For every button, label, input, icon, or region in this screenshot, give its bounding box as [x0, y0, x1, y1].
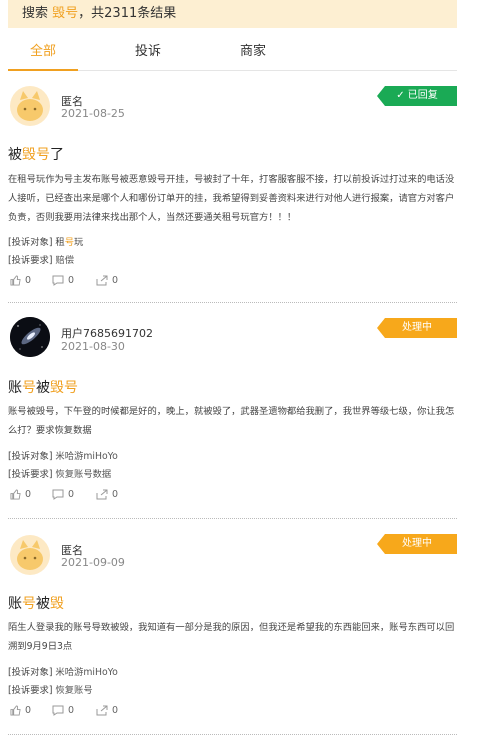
share-icon: [96, 489, 108, 500]
title-keyword: 毁号: [50, 380, 78, 396]
status-badge: ✓ 已回复: [377, 86, 457, 106]
divider: [8, 734, 457, 735]
comment-button[interactable]: 0: [52, 489, 74, 500]
like-button[interactable]: 0: [10, 275, 31, 286]
complaint-card[interactable]: 匿名 2021-09-09 处理中 账号被毁 陌生人登录我的账号导致被毁，我知道…: [8, 527, 457, 732]
post-date: 2021-08-25: [61, 107, 125, 120]
demand-value: 恢复账号: [55, 685, 93, 696]
title-keyword: 号: [22, 380, 36, 396]
tab-all[interactable]: 全部: [30, 40, 56, 59]
title-text: 被: [8, 147, 22, 163]
post-title[interactable]: 账号被毁号: [8, 377, 78, 397]
post-date: 2021-09-09: [61, 556, 125, 569]
status-badge: 处理中: [377, 318, 457, 338]
comment-icon: [52, 705, 64, 716]
share-count: 0: [112, 489, 119, 500]
target-value[interactable]: 租: [55, 237, 64, 248]
like-button[interactable]: 0: [10, 705, 31, 716]
demand-label: [投诉要求]: [8, 685, 53, 696]
like-count: 0: [25, 275, 32, 286]
title-keyword: 毁号: [22, 147, 50, 163]
like-button[interactable]: 0: [10, 489, 31, 500]
like-count: 0: [25, 705, 32, 716]
share-button[interactable]: 0: [96, 705, 118, 716]
comment-count: 0: [68, 275, 75, 286]
target-value[interactable]: 米哈游miHoYo: [55, 451, 117, 462]
share-icon: [96, 275, 108, 286]
title-text: 账: [8, 596, 22, 612]
comment-count: 0: [68, 705, 75, 716]
complaint-card[interactable]: 用户7685691702 2021-08-30 处理中 账号被毁号 账号被毁号，…: [8, 311, 457, 516]
share-icon: [96, 705, 108, 716]
share-button[interactable]: 0: [96, 489, 118, 500]
title-text: 被: [36, 380, 50, 396]
tab-merchants[interactable]: 商家: [240, 40, 266, 59]
search-result-summary: 搜索 毁号，共2311条结果: [8, 0, 457, 28]
demand-label: [投诉要求]: [8, 469, 53, 480]
title-text: 账: [8, 380, 22, 396]
complaint-card[interactable]: 匿名 2021-08-25 ✓ 已回复 被毁号了 在租号玩作为号主发布账号被恶意…: [8, 80, 457, 300]
tab-bar: 全部 投诉 商家: [8, 28, 457, 71]
tab-complaints[interactable]: 投诉: [135, 40, 161, 59]
search-prefix: 搜索: [22, 6, 53, 21]
comment-icon: [52, 275, 64, 286]
post-content[interactable]: 账号被毁号，下午登的时候都是好的，晚上，就被毁了，武器圣遗物都给我删了，我世界等…: [8, 402, 457, 440]
like-count: 0: [25, 489, 32, 500]
target-value[interactable]: 玩: [74, 237, 83, 248]
status-label: 已回复: [407, 90, 438, 101]
post-content[interactable]: 陌生人登录我的账号导致被毁，我知道有一部分是我的原因，但我还是希望我的东西能回来…: [8, 618, 457, 656]
complaint-target: [投诉对象] 米哈游miHoYo: [8, 448, 118, 462]
cat-icon[interactable]: [10, 535, 50, 575]
check-icon: ✓: [396, 90, 405, 101]
comment-button[interactable]: 0: [52, 275, 74, 286]
demand-label: [投诉要求]: [8, 255, 53, 266]
post-title[interactable]: 被毁号了: [8, 144, 64, 164]
demand-value: 赔偿: [55, 255, 75, 266]
target-label: [投诉对象]: [8, 451, 53, 462]
status-badge: 处理中: [377, 534, 457, 554]
share-count: 0: [112, 705, 119, 716]
cat-icon[interactable]: [10, 86, 50, 126]
comment-count: 0: [68, 489, 75, 500]
target-value[interactable]: 米哈游miHoYo: [55, 667, 117, 678]
active-tab-indicator: [8, 69, 78, 71]
complaint-demand: [投诉要求] 赔偿: [8, 252, 74, 266]
complaint-demand: [投诉要求] 恢复账号数据: [8, 466, 111, 480]
target-label: [投诉对象]: [8, 237, 53, 248]
complaint-target: [投诉对象] 米哈游miHoYo: [8, 664, 118, 678]
target-keyword[interactable]: 号: [65, 237, 74, 248]
title-keyword: 号: [22, 596, 36, 612]
post-author[interactable]: 用户7685691702: [61, 325, 153, 341]
post-content[interactable]: 在租号玩作为号主发布账号被恶意毁号开挂，号被封了十年，打客服客服不接，打以前投诉…: [8, 170, 457, 227]
demand-value: 恢复账号数据: [55, 469, 112, 480]
thumb-up-icon: [10, 275, 21, 286]
title-keyword: 毁: [50, 596, 64, 612]
target-label: [投诉对象]: [8, 667, 53, 678]
status-label: 处理中: [402, 322, 432, 333]
complaint-demand: [投诉要求] 恢复账号: [8, 682, 93, 696]
thumb-up-icon: [10, 489, 21, 500]
galaxy-icon[interactable]: [10, 317, 50, 357]
complaint-target: [投诉对象] 租号玩: [8, 234, 83, 248]
post-date: 2021-08-30: [61, 340, 125, 353]
thumb-up-icon: [10, 705, 21, 716]
share-count: 0: [112, 275, 119, 286]
comment-button[interactable]: 0: [52, 705, 74, 716]
share-button[interactable]: 0: [96, 275, 118, 286]
post-title[interactable]: 账号被毁: [8, 593, 64, 613]
divider: [8, 302, 457, 303]
comment-icon: [52, 489, 64, 500]
result-count: ，共2311条结果: [78, 6, 177, 21]
title-text: 了: [50, 147, 64, 163]
title-text: 被: [36, 596, 50, 612]
divider: [8, 518, 457, 519]
search-keyword: 毁号: [52, 6, 79, 21]
status-label: 处理中: [402, 538, 432, 549]
